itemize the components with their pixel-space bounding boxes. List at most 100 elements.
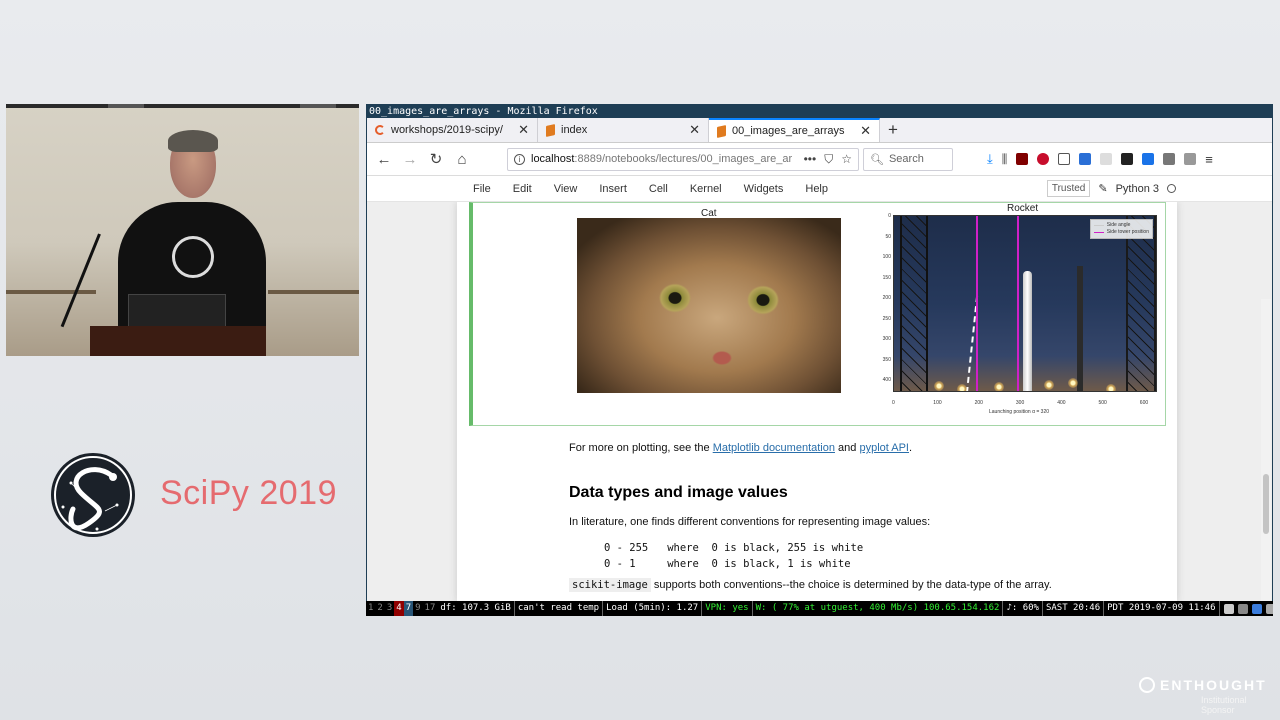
plot-text: For more on plotting, see the <box>569 442 713 454</box>
workspace-button[interactable]: 3 <box>385 601 394 616</box>
url-bar[interactable]: i localhost:8889/notebooks/lectures/00_i… <box>507 147 859 171</box>
tab-label: index <box>561 124 588 136</box>
plotting-paragraph: For more on plotting, see the Matplotlib… <box>569 442 912 454</box>
tab-label: workshops/2019-scipy/ <box>391 124 503 136</box>
edit-pencil-icon[interactable]: ✎ <box>1098 182 1107 195</box>
reader-icon[interactable] <box>1058 153 1071 165</box>
workspace-button[interactable]: 7 <box>403 601 414 616</box>
matplotlib-docs-link[interactable]: Matplotlib documentation <box>713 442 835 454</box>
new-tab-button[interactable]: + <box>880 118 906 142</box>
legend-label: Side tower position <box>1106 229 1149 235</box>
menu-item-help[interactable]: Help <box>805 183 828 195</box>
status-item: Load (5min): 1.27 <box>603 601 703 616</box>
x-tick-label: 200 <box>974 400 983 406</box>
navigation-bar: ← → ↻ ⌂ i localhost:8889/notebooks/lectu… <box>367 143 1272 176</box>
home-button[interactable]: ⌂ <box>451 148 473 170</box>
page-actions-icon[interactable]: ••• <box>804 152 817 167</box>
close-icon[interactable]: ✕ <box>689 122 700 138</box>
url-host: localhost <box>531 153 575 165</box>
tab-00-images-are-arrays[interactable]: 00_images_are_arrays ✕ <box>709 118 880 142</box>
tray-icon[interactable] <box>1223 603 1234 614</box>
search-input[interactable]: 🔍︎ Search <box>863 147 953 171</box>
inline-code: scikit-image <box>569 578 651 592</box>
y-tick-label: 350 <box>882 356 891 363</box>
tab-index[interactable]: index ✕ <box>538 118 709 142</box>
y-tick-label: 300 <box>882 336 891 342</box>
loading-spinner-icon <box>375 125 385 135</box>
info-icon[interactable]: i <box>514 153 525 165</box>
scrollbar[interactable] <box>1261 299 1271 602</box>
menu-item-insert[interactable]: Insert <box>599 183 627 195</box>
extension-icon[interactable] <box>1163 153 1176 165</box>
menu-item-file[interactable]: File <box>473 183 491 195</box>
enthought-logo-icon <box>1139 677 1155 693</box>
downloads-icon[interactable]: ⤓ <box>987 151 993 167</box>
menu-item-edit[interactable]: Edit <box>513 183 532 195</box>
workspace-button[interactable]: 2 <box>375 601 384 616</box>
tab-workshops[interactable]: workshops/2019-scipy/ ✕ <box>367 118 538 142</box>
menu-item-widgets[interactable]: Widgets <box>744 183 784 195</box>
legend-swatch <box>1093 232 1104 233</box>
extension-icon[interactable] <box>1100 153 1113 165</box>
workspace-button[interactable]: 17 <box>423 601 438 616</box>
notebook-page: Cat Rocket Side angle Side tower positio… <box>457 202 1177 602</box>
firefox-window: 00_images_are_arrays - Mozilla Firefox w… <box>366 104 1273 616</box>
legend-swatch <box>1093 225 1104 226</box>
plot-text: . <box>909 442 913 454</box>
trusted-indicator[interactable]: Trusted <box>1046 180 1091 197</box>
sponsor-logo: ENTHOUGHT Institutional Sponsor <box>1139 677 1280 715</box>
pocket-icon[interactable]: ⛉ <box>824 152 833 167</box>
rocket-plot: Side angle Side tower position 0 50 100 150… <box>883 211 1168 421</box>
plot-legend: Side angle Side tower position <box>1089 219 1153 239</box>
y-tick-label: 250 <box>882 315 891 322</box>
menu-item-kernel[interactable]: Kernel <box>690 183 722 195</box>
menu-item-cell[interactable]: Cell <box>649 183 668 195</box>
status-item: can't read temp <box>515 601 604 616</box>
adblock-plus-icon[interactable] <box>1037 153 1050 165</box>
extension-icon[interactable] <box>1142 153 1155 165</box>
workspace-button[interactable]: 4 <box>394 601 404 616</box>
jupyter-menubar: File Edit View Insert Cell Kernel Widgets Help … <box>367 176 1272 202</box>
bluetooth-icon[interactable] <box>1251 603 1262 614</box>
pyplot-api-link[interactable]: pyplot API <box>859 442 909 454</box>
close-icon[interactable]: ✕ <box>860 123 871 139</box>
reload-button[interactable]: ↻ <box>425 148 447 170</box>
forward-button[interactable]: → <box>399 148 421 170</box>
toolbar-extensions: ⤓ ⫼ ≡ <box>987 151 1213 167</box>
x-tick-label: 300 <box>1015 400 1025 406</box>
extension-icon[interactable] <box>1184 153 1197 165</box>
library-icon[interactable]: ⫼ <box>1002 152 1008 167</box>
jupyter-notebook-icon <box>717 124 726 138</box>
scikit-text: supports both conventions--the choice is… <box>650 579 1052 591</box>
tab-label: 00_images_are_arrays <box>732 125 845 137</box>
podium <box>90 326 266 356</box>
close-icon[interactable]: ✕ <box>518 122 529 138</box>
legend-label: Side angle <box>1106 222 1131 228</box>
bookmark-star-icon[interactable]: ☆ <box>841 152 852 167</box>
workspace-button[interactable]: 9 <box>413 601 422 616</box>
kernel-name[interactable]: Python 3 <box>1116 183 1159 195</box>
tray-icon[interactable] <box>1265 603 1273 614</box>
laptop <box>128 294 226 330</box>
ublock-icon[interactable] <box>1016 153 1029 165</box>
x-axis-label: Launching position α = 320 <box>989 409 1050 415</box>
status-bar: 1 2 3 4 7 9 17 df: 107.3 GiB can't read temp Loa… <box>366 601 1273 616</box>
tower-position-line <box>1017 216 1019 391</box>
menu-item-view[interactable]: View <box>554 183 578 195</box>
extension-icon[interactable] <box>1079 153 1092 165</box>
menu-icon[interactable]: ≡ <box>1205 152 1213 167</box>
status-item: ♪: 60% <box>1003 601 1043 616</box>
status-item: SAST 20:46 <box>1043 601 1105 616</box>
extension-icon[interactable] <box>1121 153 1134 165</box>
section-heading: Data types and image values <box>569 484 788 501</box>
conference-title: SciPy 2019 <box>160 474 337 512</box>
y-tick-label: 0 <box>888 213 891 219</box>
scrollbar-thumb[interactable] <box>1263 474 1269 534</box>
back-button[interactable]: ← <box>373 148 395 170</box>
workspace-button[interactable]: 1 <box>366 601 375 616</box>
scipy-logo-icon <box>51 453 135 537</box>
output-cell[interactable]: Cat Rocket Side angle Side tower positio… <box>469 202 1166 426</box>
status-item: W: ( 77% at utguest, 400 Mb/s) 100.65.15… <box>753 601 1004 616</box>
rocket-image: Side angle Side tower position <box>893 215 1157 392</box>
volume-icon[interactable] <box>1237 603 1248 614</box>
